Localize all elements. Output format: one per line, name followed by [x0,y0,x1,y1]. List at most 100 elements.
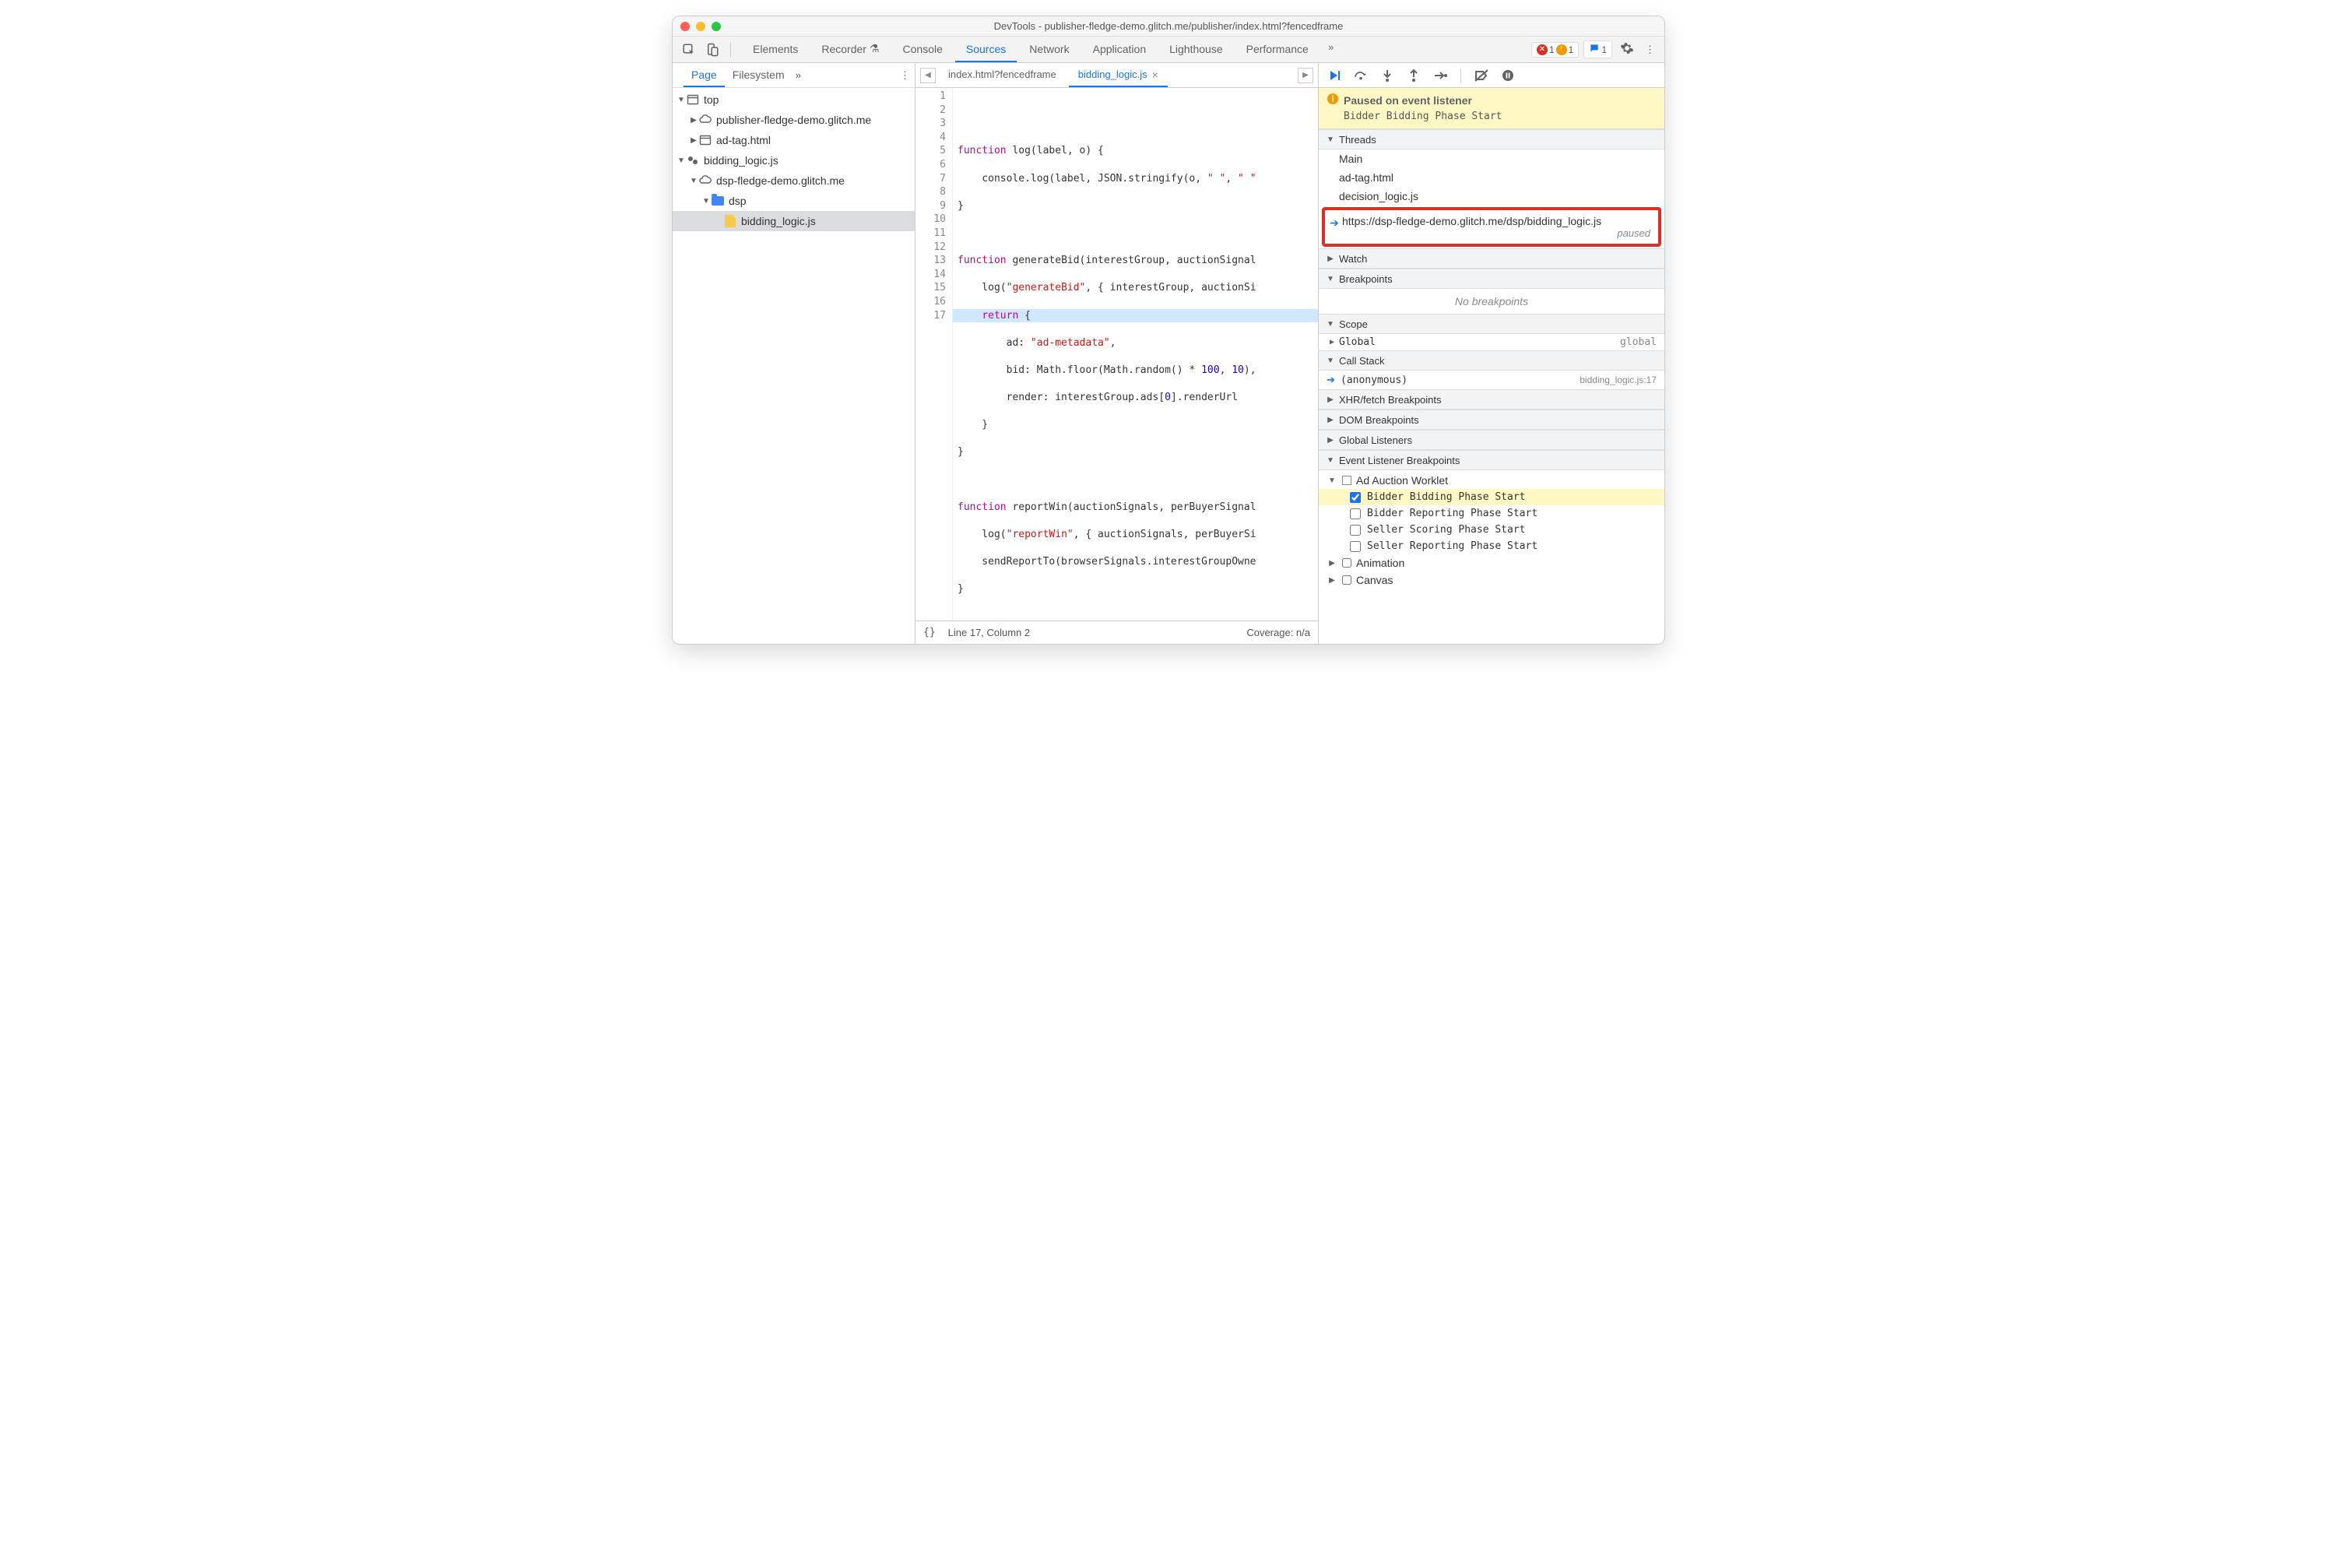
step-out-icon[interactable] [1406,68,1422,83]
settings-icon[interactable] [1617,38,1637,61]
close-tab-icon[interactable]: × [1152,69,1158,81]
cursor-position: Line 17, Column 2 [948,627,1031,638]
thread-bidding-active[interactable]: ➔ https://dsp-fledge-demo.glitch.me/dsp/… [1322,207,1661,247]
sidebar-tab-page[interactable]: Page [684,63,725,87]
code-editor[interactable]: 1234567891011121314151617 function log(l… [915,88,1318,621]
elb-item-bidder-bidding[interactable]: Bidder Bidding Phase Start [1319,489,1664,505]
more-tabs-icon[interactable]: » [1321,37,1341,57]
thread-decision[interactable]: decision_logic.js [1319,187,1664,206]
issues-badge[interactable]: 1 [1583,40,1612,58]
tab-application[interactable]: Application [1082,37,1158,62]
tree-node-bidding-file[interactable]: bidding_logic.js [673,211,915,231]
elb-group-ad-auction[interactable]: ▼ Ad Auction Worklet [1319,472,1664,489]
paused-reason: Bidder Bidding Phase Start [1344,111,1657,122]
toolbar-right: ✕ 1 ! 1 1 ⋮ [1531,38,1658,61]
chevron-down-icon: ▼ [688,177,699,185]
elb-item-seller-scoring[interactable]: Seller Scoring Phase Start [1319,522,1664,538]
titlebar: DevTools - publisher-fledge-demo.glitch.… [673,16,1664,37]
tab-sources[interactable]: Sources [955,37,1017,62]
elb-group-canvas[interactable]: ▶ Canvas [1319,571,1664,589]
tree-node-adtag[interactable]: ▶ ad-tag.html [673,130,915,150]
inspect-element-icon[interactable] [679,40,699,60]
sidebar-tab-filesystem[interactable]: Filesystem [725,63,792,87]
chevron-down-icon: ▼ [1325,456,1336,465]
tree-node-worklet[interactable]: ▼ bidding_logic.js [673,150,915,171]
tree-label: publisher-fledge-demo.glitch.me [716,114,871,126]
tab-network[interactable]: Network [1018,37,1080,62]
error-icon: ✕ [1537,44,1548,55]
threads-list: Main ad-tag.html decision_logic.js ➔ htt… [1319,149,1664,247]
gears-icon [687,154,699,167]
code-content[interactable]: function log(label, o) { console.log(lab… [953,88,1318,621]
section-event-listener-breakpoints[interactable]: ▼Event Listener Breakpoints [1319,450,1664,470]
chevron-down-icon: ▼ [676,96,687,104]
section-xhr[interactable]: ▶XHR/fetch Breakpoints [1319,389,1664,410]
editor-tab-index[interactable]: index.html?fencedframe [939,63,1066,87]
maximize-window[interactable] [712,22,721,31]
nav-forward-icon[interactable]: ▶ [1298,68,1313,83]
editor-panel: ◀ index.html?fencedframe bidding_logic.j… [915,63,1319,644]
chevron-right-icon: ▶ [1325,255,1336,263]
close-window[interactable] [680,22,690,31]
elb-group-checkbox[interactable] [1342,558,1351,568]
tab-elements[interactable]: Elements [742,37,809,62]
cloud-icon [699,174,712,187]
folder-icon [712,195,724,207]
nav-back-icon[interactable]: ◀ [920,68,936,83]
elb-checkbox[interactable] [1350,541,1361,552]
deactivate-breakpoints-icon[interactable] [1474,68,1489,83]
resume-icon[interactable] [1327,68,1342,83]
tab-lighthouse[interactable]: Lighthouse [1158,37,1234,62]
section-breakpoints[interactable]: ▼Breakpoints [1319,269,1664,289]
elb-checkbox[interactable] [1350,492,1361,503]
thread-main[interactable]: Main [1319,149,1664,168]
tab-console[interactable]: Console [892,37,954,62]
editor-tabs: ◀ index.html?fencedframe bidding_logic.j… [915,63,1318,88]
elb-checkbox[interactable] [1350,525,1361,536]
elb-checkbox[interactable] [1350,508,1361,519]
elb-group-checkbox[interactable] [1342,476,1351,485]
frame-icon [699,134,712,146]
tree-node-origin[interactable]: ▶ publisher-fledge-demo.glitch.me [673,110,915,130]
callstack-frame[interactable]: ➔ (anonymous) bidding_logic.js:17 [1319,371,1664,389]
scope-global[interactable]: ▶ Global global [1319,334,1664,350]
line-gutter: 1234567891011121314151617 [915,88,953,621]
tab-performance[interactable]: Performance [1235,37,1320,62]
step-over-icon[interactable] [1353,68,1369,83]
sidebar-kebab-icon[interactable]: ⋮ [900,69,910,82]
section-watch[interactable]: ▶Watch [1319,248,1664,269]
sidebar-more-tabs-icon[interactable]: » [796,69,801,81]
tree-node-dsp-origin[interactable]: ▼ dsp-fledge-demo.glitch.me [673,171,915,191]
chevron-right-icon: ▶ [1327,338,1337,346]
pause-exceptions-icon[interactable] [1500,68,1516,83]
format-icon[interactable]: {} [923,627,936,638]
debugger-toolbar [1319,63,1664,88]
main-toolbar: Elements Recorder⚗ Console Sources Netwo… [673,37,1664,63]
section-global-listeners[interactable]: ▶Global Listeners [1319,430,1664,450]
section-scope[interactable]: ▼Scope [1319,314,1664,334]
kebab-menu-icon[interactable]: ⋮ [1642,40,1658,59]
elb-group-checkbox[interactable] [1342,575,1351,585]
console-errors-badge[interactable]: ✕ 1 ! 1 [1531,42,1579,58]
elb-list: ▼ Ad Auction Worklet Bidder Bidding Phas… [1319,470,1664,590]
step-into-icon[interactable] [1379,68,1395,83]
tree-node-dsp-folder[interactable]: ▼ dsp [673,191,915,211]
traffic-lights [680,22,721,31]
section-threads[interactable]: ▼Threads [1319,129,1664,149]
debugger-panel: Paused on event listener Bidder Bidding … [1319,63,1664,644]
minimize-window[interactable] [696,22,705,31]
elb-item-seller-reporting[interactable]: Seller Reporting Phase Start [1319,538,1664,554]
step-icon[interactable] [1432,68,1448,83]
chevron-right-icon: ▶ [1327,576,1337,585]
elb-group-animation[interactable]: ▶ Animation [1319,554,1664,571]
device-toggle-icon[interactable] [702,40,722,60]
tree-node-top[interactable]: ▼ top [673,90,915,110]
section-callstack[interactable]: ▼Call Stack [1319,350,1664,371]
elb-item-bidder-reporting[interactable]: Bidder Reporting Phase Start [1319,505,1664,522]
tab-recorder[interactable]: Recorder⚗ [810,37,890,62]
editor-tab-bidding[interactable]: bidding_logic.js × [1069,63,1168,87]
thread-adtag[interactable]: ad-tag.html [1319,168,1664,187]
flask-icon: ⚗ [870,42,880,55]
section-dom[interactable]: ▶DOM Breakpoints [1319,410,1664,430]
file-icon [724,215,736,227]
